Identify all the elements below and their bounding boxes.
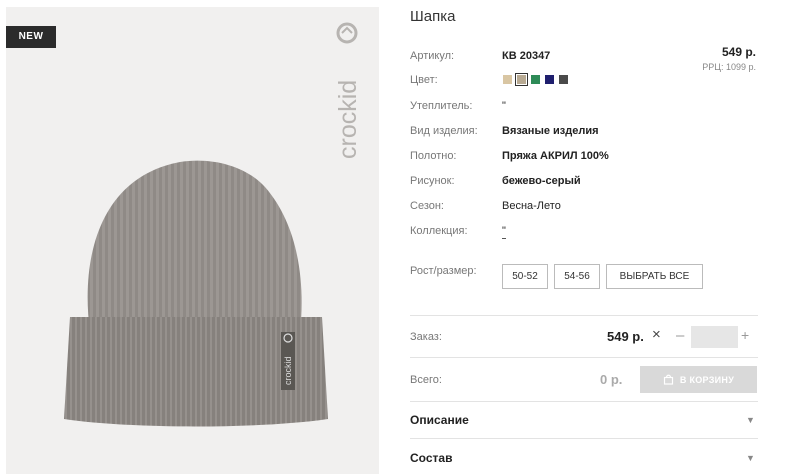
fabric-label: Полотно: [410,150,457,162]
hat-label-text: crockid [283,356,293,385]
item-type-label: Вид изделия: [410,125,478,137]
order-price: 549 р. [607,329,644,344]
size-label: Рост/размер: [410,265,477,277]
decrease-quantity-button[interactable]: – [676,327,684,344]
size-option-54-56[interactable]: 54-56 [554,264,600,289]
color-swatch-dark-grey[interactable] [558,74,569,85]
chevron-down-icon[interactable]: ▼ [746,415,755,425]
color-swatch-beige[interactable] [502,74,513,85]
total-value: 0 р. [600,372,623,387]
brand-logo-text: crockid [334,80,362,159]
season-label: Сезон: [410,200,444,212]
order-label: Заказ: [410,331,442,343]
size-option-50-52[interactable]: 50-52 [502,264,548,289]
article-value: КВ 20347 [502,50,551,62]
cart-icon [663,374,673,385]
rrc-price: РРЦ: 1099 р. [702,62,756,72]
color-swatches [502,73,569,86]
divider [410,315,758,316]
remove-icon[interactable]: × [652,326,661,343]
select-all-sizes-button[interactable]: ВЫБРАТЬ ВСЕ [606,264,703,289]
price: 549 р. [721,45,756,59]
add-to-cart-button[interactable]: В КОРЗИНУ [640,366,757,393]
total-label: Всего: [410,374,442,386]
brand-logo: crockid [334,22,362,159]
article-label: Артикул: [410,50,455,62]
pattern-value: бежево-серый [502,175,581,187]
quantity-input[interactable] [691,326,738,348]
season-value: Весна-Лето [502,200,561,212]
divider [410,438,758,439]
fabric-value: Пряжа АКРИЛ 100% [502,150,609,162]
insulation-value: " [502,100,506,112]
product-title: Шапка [410,8,456,25]
color-label: Цвет: [410,74,438,86]
collection-link[interactable]: " [502,225,506,239]
product-image[interactable]: NEW crockid crockid [6,7,379,474]
chevron-down-icon[interactable]: ▼ [746,453,755,463]
item-type-value: Вязаные изделия [502,125,599,137]
accordion-description-title[interactable]: Описание [410,413,469,427]
insulation-label: Утеплитель: [410,100,473,112]
color-swatch-beige-grey[interactable] [515,73,528,86]
increase-quantity-button[interactable]: + [741,327,749,343]
divider [410,401,758,402]
accordion-composition-title[interactable]: Состав [410,451,452,465]
new-badge: NEW [6,26,56,48]
color-swatch-green[interactable] [530,74,541,85]
divider [410,357,758,358]
add-to-cart-label: В КОРЗИНУ [679,374,735,385]
collection-label: Коллекция: [410,225,468,237]
color-swatch-navy[interactable] [544,74,555,85]
hat-illustration: crockid [64,160,328,427]
pattern-label: Рисунок: [410,175,455,187]
